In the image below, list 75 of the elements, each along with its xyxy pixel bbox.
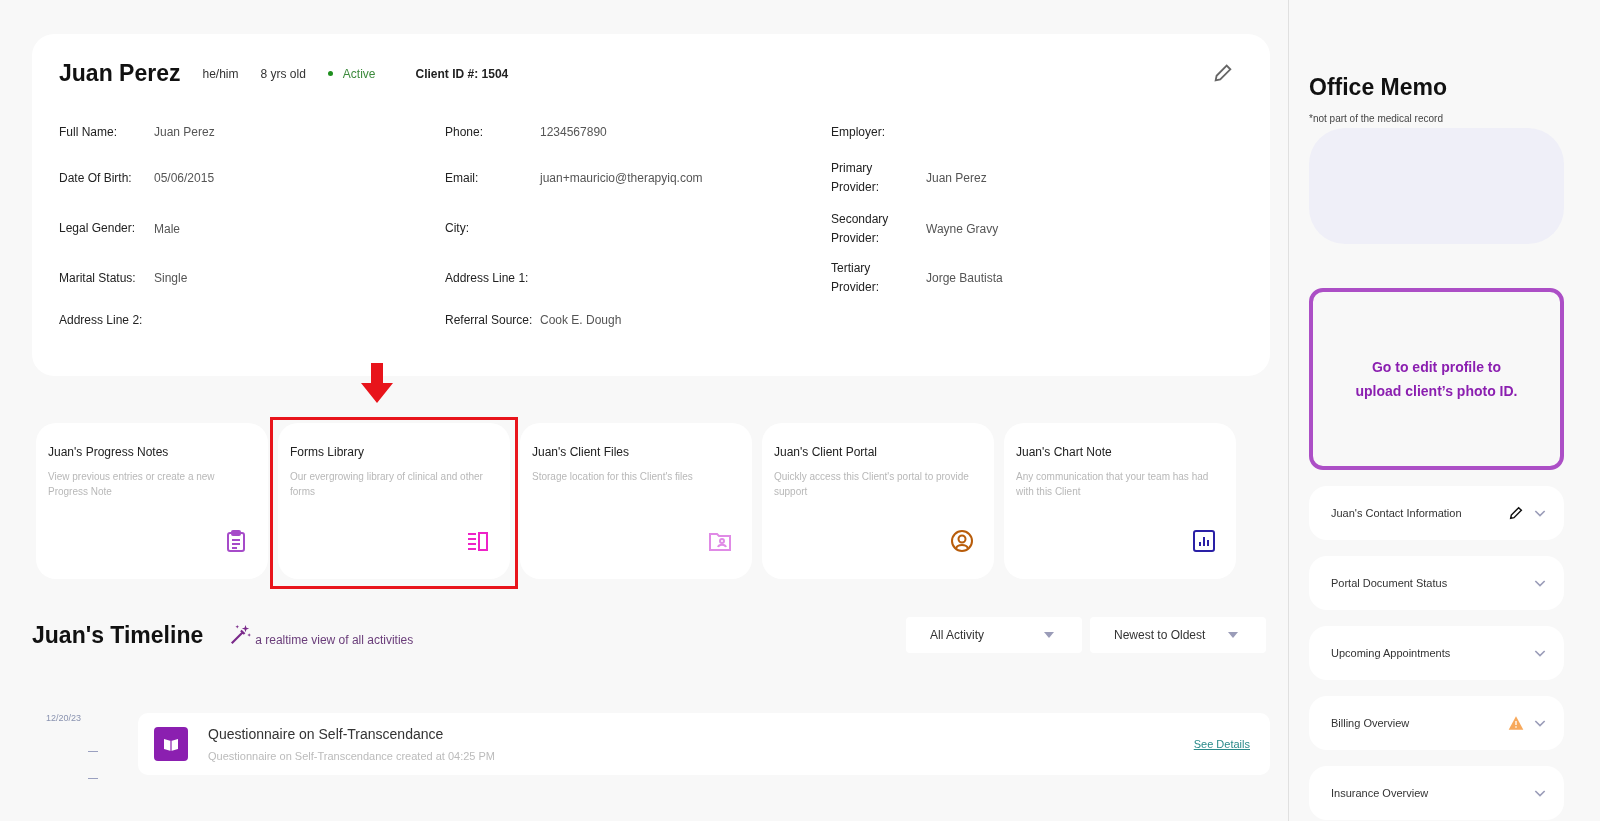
filter-dropdown[interactable]: Newest to Oldest: [1090, 617, 1266, 653]
timeline-tick: [88, 778, 98, 779]
client-id: Client ID #: 1504: [415, 66, 509, 81]
client-name: Juan Perez: [59, 60, 181, 87]
accordion-header[interactable]: Portal Document Status: [1309, 556, 1564, 610]
field-value: 1234567890: [540, 125, 608, 139]
accordion-header[interactable]: Billing Overview: [1309, 696, 1564, 750]
timeline-tick: [88, 751, 98, 752]
magic-wand-icon: [229, 624, 252, 646]
edit-button[interactable]: [1212, 62, 1234, 84]
field-label: Legal Gender:: [59, 220, 137, 237]
chart-icon: [1192, 529, 1216, 553]
warning-icon: [1508, 715, 1524, 731]
field-value: Male: [154, 221, 181, 236]
photo-prompt: Go to edit profile to upload client’s photo ID.: [1354, 358, 1519, 401]
memo-note: *not part of the medical record: [1309, 113, 1444, 124]
filter-dropdown[interactable]: All Activity: [906, 617, 1082, 653]
card-description: View previous entries or create a new Progress Note: [48, 470, 216, 499]
field-label: Marital Status:: [59, 269, 137, 287]
timeline-subtitle: a realtime view of all activities: [255, 633, 414, 647]
field-value: Juan Perez: [926, 171, 988, 185]
card-title: Juan's Client Files: [532, 445, 630, 459]
card-description: Any communication that your team has had with this Client: [1016, 470, 1210, 499]
field-value: Jorge Bautista: [926, 271, 1004, 285]
timeline-title: Juan's Timeline: [32, 621, 204, 649]
entry-detail: Questionnaire on Self-Transcendance created at 04:25 PM: [208, 750, 495, 762]
card-description: Quickly access this Client's portal to provide support: [774, 470, 970, 499]
shortcut-card[interactable]: Juan's Progress Notes View previous entries or create a new Progress Note: [36, 423, 268, 579]
accordion-header[interactable]: Insurance Overview: [1309, 766, 1564, 820]
shortcut-card[interactable]: Juan's Client Portal Quickly access this Client's portal to provide support: [762, 423, 994, 579]
memo-title: Office Memo: [1309, 74, 1449, 101]
shortcut-card[interactable]: Juan's Chart Note Any communication that your team has had with this Client: [1004, 423, 1236, 579]
client-status: Active: [342, 66, 376, 81]
field-label: Email:: [445, 169, 480, 187]
field-label: Address Line 1:: [445, 269, 530, 287]
field-label: Address Line 2:: [59, 311, 144, 329]
field-label: Employer:: [831, 123, 887, 141]
field-value: Juan Perez: [154, 125, 216, 139]
shortcut-card[interactable]: Juan's Client Files Storage location for this Client's files: [520, 423, 752, 579]
user-icon: [950, 529, 974, 553]
caret-icon: [1044, 632, 1054, 638]
down-arrow-icon: [360, 363, 394, 403]
clipboard-icon: [224, 529, 248, 553]
field-value: Single: [154, 271, 189, 285]
see-details-link[interactable]: See Details: [1193, 738, 1250, 750]
card-description: Storage location for this Client's files: [532, 470, 694, 484]
field-value: 05/06/2015: [154, 171, 216, 185]
shortcut-card[interactable]: Forms Library Our evergrowing library of clinical and other forms: [278, 423, 510, 579]
entry-title: Questionnaire on Self-Transcendance: [208, 726, 445, 742]
field-value: Cook E. Dough: [540, 313, 623, 327]
photo-id-placeholder[interactable]: Go to edit profile to upload client’s photo ID.: [1309, 288, 1564, 470]
field-label: Full Name:: [59, 123, 118, 141]
field-value: juan+mauricio@therapyiq.com: [540, 171, 704, 185]
field-value: Wayne Gravy: [926, 221, 1000, 236]
card-title: Juan's Client Portal: [774, 445, 878, 459]
timeline-date: 12/20/23: [46, 713, 83, 723]
field-label: City:: [445, 220, 470, 237]
caret-icon: [1228, 632, 1238, 638]
field-label: Phone:: [445, 123, 485, 141]
card-title: Juan's Chart Note: [1016, 445, 1113, 459]
card-description: Our evergrowing library of clinical and other forms: [290, 470, 484, 499]
pronouns: he/him: [202, 66, 239, 81]
forms-icon: [466, 529, 490, 553]
accordion-header[interactable]: Upcoming Appointments: [1309, 626, 1564, 680]
pencil-icon[interactable]: [1508, 505, 1524, 521]
accordion-header[interactable]: Juan's Contact Information: [1309, 486, 1564, 540]
client-age: 8 yrs old: [260, 66, 306, 81]
field-label: Date Of Birth:: [59, 169, 133, 187]
card-title: Forms Library: [290, 445, 365, 459]
card-title: Juan's Progress Notes: [48, 445, 170, 459]
field-label: Referral Source:: [445, 311, 534, 329]
field-label: Tertiary Provider:: [831, 260, 881, 296]
book-icon: [154, 727, 188, 761]
field-label: Primary Provider:: [831, 160, 881, 196]
field-label: Secondary Provider:: [831, 210, 890, 247]
